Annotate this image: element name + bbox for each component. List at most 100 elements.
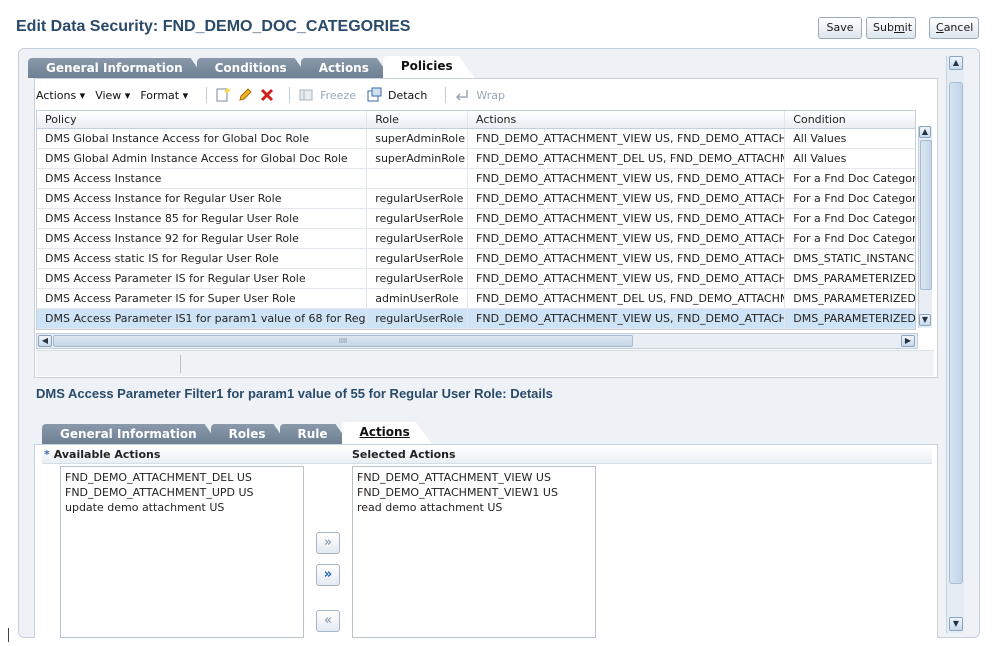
table-row[interactable]: DMS Access Instance for Regular User Rol…	[37, 189, 915, 209]
actions-cell: FND_DEMO_ATTACHMENT_VIEW US, FND_DEMO_AT…	[468, 269, 786, 288]
remove-button[interactable]: «	[316, 610, 340, 632]
available-actions-label: * Available Actions	[44, 448, 160, 461]
available-actions-list[interactable]: FND_DEMO_ATTACHMENT_DEL US FND_DEMO_ATTA…	[60, 466, 304, 638]
wrap-icon	[456, 90, 469, 101]
column-header-role[interactable]: Role	[367, 111, 469, 128]
role-cell: regularUserRole	[367, 229, 469, 248]
list-item[interactable]: FND_DEMO_ATTACHMENT_UPD US	[65, 485, 299, 500]
table-row[interactable]: DMS Access Parameter IS1 for param1 valu…	[37, 309, 915, 329]
scroll-up-icon[interactable]: ▲	[949, 56, 963, 70]
move-all-button[interactable]: »	[316, 564, 340, 586]
tab-policies[interactable]: Policies	[383, 56, 475, 78]
required-icon: *	[44, 448, 50, 461]
role-cell: adminUserRole	[367, 289, 469, 308]
table-row[interactable]: DMS Access Instance 92 for Regular User …	[37, 229, 915, 249]
status-divider	[180, 355, 181, 373]
tab-general-information[interactable]: General Information	[28, 58, 205, 78]
selected-actions-list[interactable]: FND_DEMO_ATTACHMENT_VIEW US FND_DEMO_ATT…	[352, 466, 596, 638]
list-item[interactable]: update demo attachment US	[65, 500, 299, 515]
detach-icon[interactable]	[366, 87, 382, 103]
policy-cell: DMS Access Instance for Regular User Rol…	[37, 189, 368, 208]
table-scroll-up-icon[interactable]: ▲	[919, 126, 931, 138]
condition-cell: DMS_PARAMETERIZED_	[793, 292, 915, 305]
condition-cell: All Values	[793, 132, 847, 145]
cancel-label: ancel	[943, 21, 974, 34]
condition-cell: For a Fnd Doc Categori	[793, 212, 915, 225]
role-cell: regularUserRole	[367, 189, 469, 208]
scroll-right-icon[interactable]: ▶	[901, 335, 915, 347]
cancel-button[interactable]: Cancel	[929, 17, 979, 39]
policy-cell: DMS Access Parameter IS for Regular User…	[37, 269, 368, 288]
left-edge-mark	[8, 628, 9, 642]
view-menu[interactable]: View ▾	[95, 89, 130, 102]
tab-actions[interactable]: Actions	[301, 58, 391, 78]
detach-button[interactable]: Detach	[388, 89, 427, 102]
details-tab-actions[interactable]: Actions	[342, 422, 432, 444]
policies-table: Policy Role Actions Condition DMS Global…	[36, 110, 916, 330]
toolbar-divider	[206, 87, 208, 103]
role-cell: regularUserRole	[367, 209, 469, 228]
page-vertical-scrollbar[interactable]: ▲ ▼	[946, 56, 964, 633]
table-row[interactable]: DMS Access static IS for Regular User Ro…	[37, 249, 915, 269]
condition-cell: DMS_PARAMETERIZED_	[793, 312, 915, 325]
details-tab-bar: General Information Roles Rule Actions	[42, 422, 424, 444]
actions-cell: FND_DEMO_ATTACHMENT_DEL US, FND_DEMO_ATT…	[468, 289, 786, 308]
details-tab-roles[interactable]: Roles	[211, 424, 288, 444]
condition-cell: DMS_PARAMETERIZED_	[793, 272, 915, 285]
toolbar-divider	[289, 87, 291, 103]
move-button[interactable]: »	[316, 532, 340, 554]
format-menu[interactable]: Format ▾	[140, 89, 188, 102]
scroll-thumb[interactable]	[949, 82, 963, 584]
table-vertical-scrollbar[interactable]: ▲ ▼	[918, 126, 932, 328]
table-row[interactable]: DMS Access Instance FND_DEMO_ATTACHMENT_V…	[37, 169, 915, 189]
table-row[interactable]: DMS Global Instance Access for Global Do…	[37, 129, 915, 149]
submit-label-b: it	[904, 21, 913, 34]
actions-cell: FND_DEMO_ATTACHMENT_VIEW US, FND_DEMO_AT…	[468, 309, 786, 328]
table-row[interactable]: DMS Access Instance 85 for Regular User …	[37, 209, 915, 229]
submit-accel: m	[893, 21, 905, 34]
condition-cell: For a Fnd Doc Categori	[793, 192, 915, 205]
tab-conditions[interactable]: Conditions	[197, 58, 309, 78]
table-scroll-thumb[interactable]	[920, 140, 932, 290]
table-row[interactable]: DMS Access Parameter IS for Super User R…	[37, 289, 915, 309]
table-horizontal-scrollbar[interactable]: ◀ IIII ▶	[36, 333, 918, 349]
table-row[interactable]: DMS Access Parameter IS for Regular User…	[37, 269, 915, 289]
scroll-down-icon[interactable]: ▼	[949, 617, 963, 631]
wrap-button: Wrap	[476, 88, 505, 102]
details-tab-rule[interactable]: Rule	[280, 424, 350, 444]
save-button[interactable]: Save	[818, 17, 862, 39]
actions-menu[interactable]: Actions ▾	[36, 89, 85, 102]
policy-cell: DMS Access static IS for Regular User Ro…	[37, 249, 368, 268]
details-tab-general-information[interactable]: General Information	[42, 424, 219, 444]
list-item[interactable]: FND_DEMO_ATTACHMENT_VIEW1 US	[357, 485, 591, 500]
top-tab-bar: General Information Conditions Actions P…	[28, 56, 467, 78]
column-header-actions[interactable]: Actions	[468, 111, 786, 128]
submit-button[interactable]: Submit	[866, 17, 916, 39]
column-header-policy[interactable]: Policy	[37, 111, 368, 128]
policy-cell: DMS Access Parameter IS for Super User R…	[37, 289, 368, 308]
actions-cell: FND_DEMO_ATTACHMENT_VIEW US, FND_DEMO_AT…	[468, 169, 786, 188]
actions-cell: FND_DEMO_ATTACHMENT_VIEW US, FND_DEMO_AT…	[468, 209, 786, 228]
table-header-row: Policy Role Actions Condition	[37, 111, 915, 129]
list-item[interactable]: FND_DEMO_ATTACHMENT_VIEW US	[357, 470, 591, 485]
policy-cell: DMS Access Instance	[37, 169, 368, 188]
scroll-left-icon[interactable]: ◀	[38, 335, 52, 347]
condition-cell: All Values	[793, 152, 847, 165]
table-status-bar	[36, 350, 934, 376]
cancel-accel: C	[936, 21, 944, 34]
details-title: DMS Access Parameter Filter1 for param1 …	[36, 386, 553, 401]
role-cell: regularUserRole	[367, 269, 469, 288]
role-cell	[367, 169, 469, 188]
details-tab-actions-label: Actions	[359, 425, 410, 439]
table-hscroll-thumb[interactable]: IIII	[53, 335, 633, 347]
edit-icon[interactable]	[237, 87, 253, 103]
delete-icon[interactable]	[259, 87, 275, 103]
role-cell: regularUserRole	[367, 309, 469, 328]
list-item[interactable]: read demo attachment US	[357, 500, 591, 515]
table-row[interactable]: DMS Global Admin Instance Access for Glo…	[37, 149, 915, 169]
list-item[interactable]: FND_DEMO_ATTACHMENT_DEL US	[65, 470, 299, 485]
column-header-condition[interactable]: Condition	[785, 111, 915, 128]
create-icon[interactable]	[215, 87, 231, 103]
role-cell: superAdminRole	[367, 149, 469, 168]
table-scroll-down-icon[interactable]: ▼	[919, 314, 931, 326]
